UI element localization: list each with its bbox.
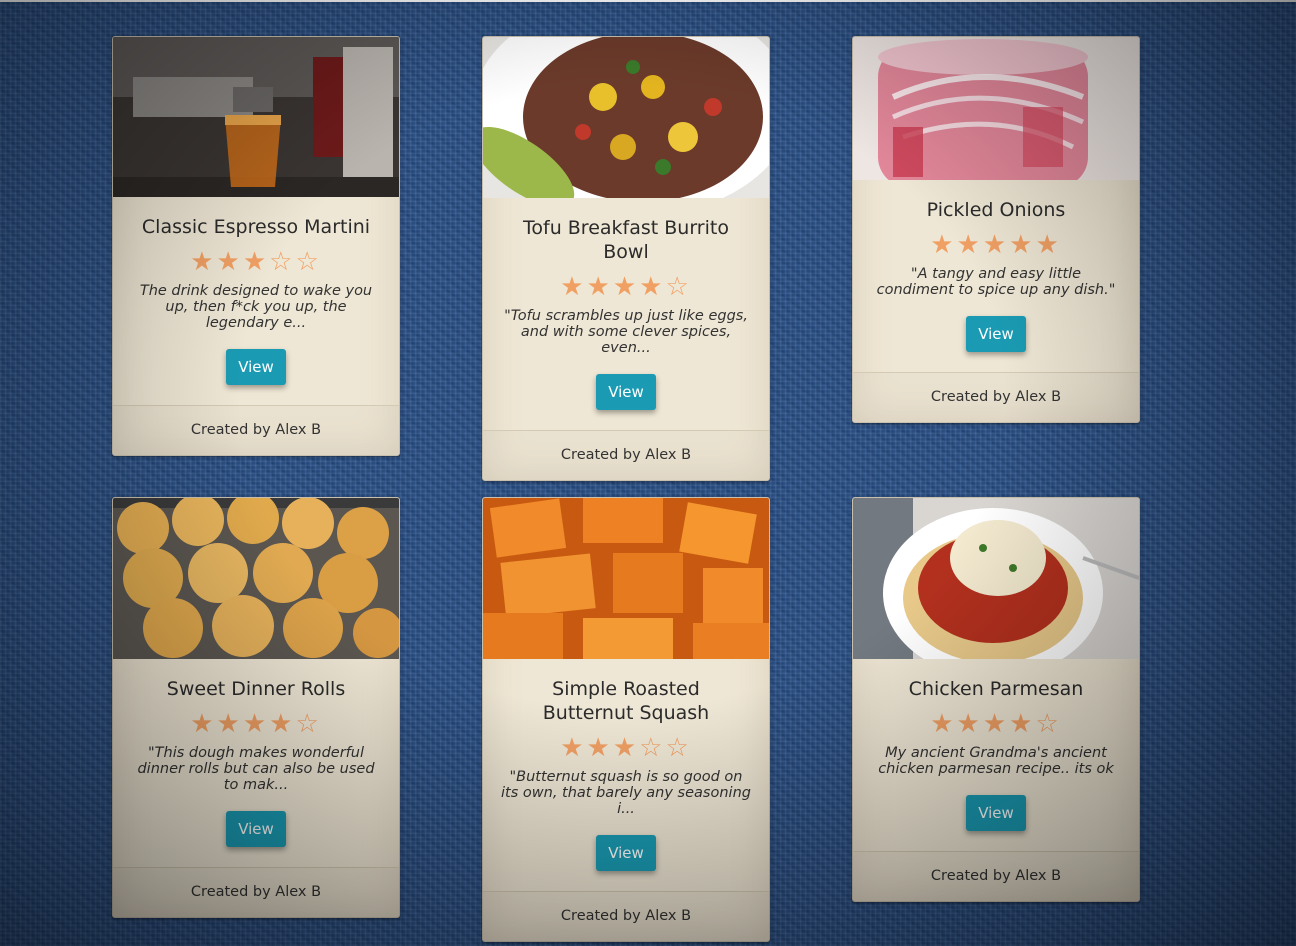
recipe-title: Pickled Onions xyxy=(926,199,1066,221)
recipe-card: Pickled Onions ★★★★★ "A tangy and easy l… xyxy=(852,36,1140,423)
card-footer-author: Created by Alex B xyxy=(853,851,1139,901)
view-button[interactable]: View xyxy=(596,374,656,410)
card-footer-author: Created by Alex B xyxy=(483,430,769,480)
card-footer-author: Created by Alex B xyxy=(853,372,1139,422)
chicken-parmesan-image[interactable] xyxy=(853,498,1139,659)
recipe-description: "Tofu scrambles up just like eggs, and w… xyxy=(504,308,748,356)
recipe-card: Chicken Parmesan ★★★★☆ My ancient Grandm… xyxy=(852,497,1140,902)
view-button[interactable]: View xyxy=(596,835,656,871)
recipe-card: Tofu Breakfast Burrito Bowl ★★★★☆ "Tofu … xyxy=(482,36,770,481)
card-footer-author: Created by Alex B xyxy=(113,867,399,917)
recipe-card: Simple Roasted Butternut Squash ★★★☆☆ "B… xyxy=(482,497,770,942)
view-button[interactable]: View xyxy=(226,811,286,847)
recipe-description: The drink designed to wake you up, then … xyxy=(139,283,373,331)
recipe-title: Classic Espresso Martini xyxy=(141,216,371,238)
rating-stars: ★★★☆☆ xyxy=(190,247,322,277)
recipe-description: My ancient Grandma's ancient chicken par… xyxy=(878,745,1114,777)
pickled-onions-image[interactable] xyxy=(853,37,1139,180)
burrito-bowl-image[interactable] xyxy=(483,37,769,198)
recipe-title: Chicken Parmesan xyxy=(908,678,1084,700)
recipe-card: Classic Espresso Martini ★★★☆☆ The drink… xyxy=(112,36,400,456)
card-footer-author: Created by Alex B xyxy=(113,405,399,455)
recipe-description: "A tangy and easy little condiment to sp… xyxy=(876,266,1116,298)
view-button[interactable]: View xyxy=(966,795,1026,831)
rating-stars: ★★★★☆ xyxy=(930,709,1062,739)
view-button[interactable]: View xyxy=(226,349,286,385)
rating-stars: ★★★★★ xyxy=(930,230,1062,260)
card-footer-author: Created by Alex B xyxy=(483,891,769,941)
rating-stars: ★★★☆☆ xyxy=(560,733,692,763)
recipe-title: Simple Roasted Butternut Squash xyxy=(542,678,710,724)
dinner-rolls-image[interactable] xyxy=(113,498,399,659)
view-button[interactable]: View xyxy=(966,316,1026,352)
recipe-title: Tofu Breakfast Burrito Bowl xyxy=(523,217,729,263)
espresso-martini-image[interactable] xyxy=(113,37,399,197)
rating-stars: ★★★★☆ xyxy=(190,709,322,739)
recipe-description: "This dough makes wonderful dinner rolls… xyxy=(137,745,375,793)
recipe-title: Sweet Dinner Rolls xyxy=(166,678,346,700)
butternut-squash-image[interactable] xyxy=(483,498,769,659)
recipe-description: "Butternut squash is so good on its own,… xyxy=(501,769,751,817)
rating-stars: ★★★★☆ xyxy=(560,272,692,302)
top-border xyxy=(0,0,1296,2)
recipe-card: Sweet Dinner Rolls ★★★★☆ "This dough mak… xyxy=(112,497,400,918)
